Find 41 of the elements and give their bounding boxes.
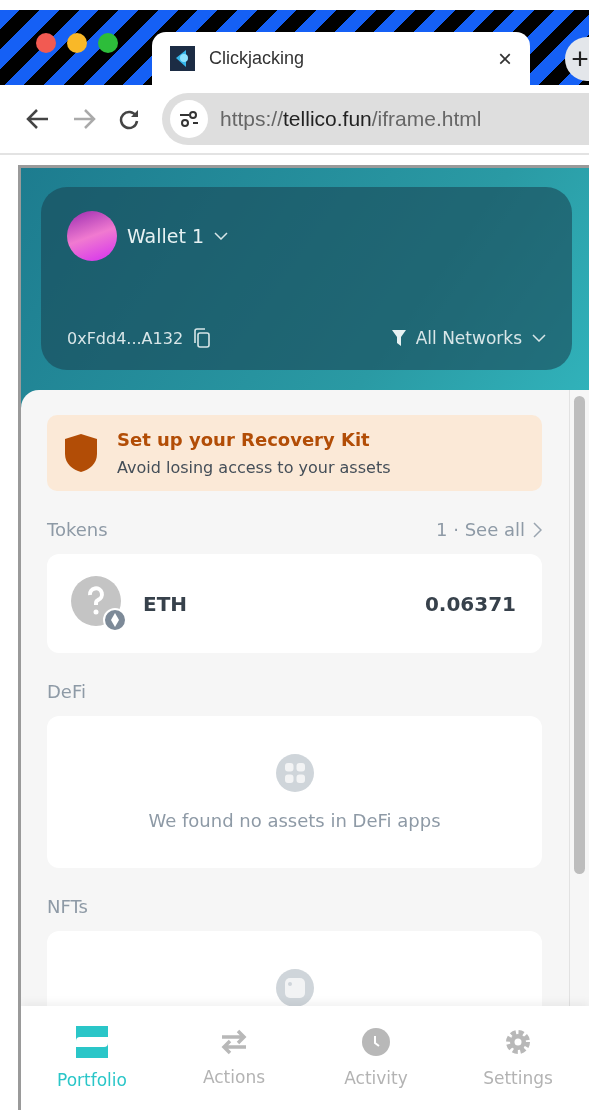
shield-icon	[65, 434, 97, 472]
token-row[interactable]: ETH 0.06371	[47, 554, 542, 653]
section-title: Tokens	[47, 519, 108, 540]
wallet-avatar	[67, 211, 117, 261]
image-icon	[275, 969, 314, 1007]
apps-grid-icon	[275, 754, 314, 792]
reload-icon[interactable]	[118, 108, 140, 130]
banner-title: Set up your Recovery Kit	[117, 429, 371, 450]
section-title: DeFi	[47, 681, 86, 702]
close-window-button[interactable]	[36, 33, 56, 53]
token-symbol: ETH	[143, 591, 189, 616]
clock-icon	[362, 1028, 390, 1056]
copy-icon[interactable]	[193, 328, 212, 348]
new-tab-button[interactable]: +	[565, 37, 589, 81]
wallet-address: 0xFdd4...A132	[67, 328, 184, 348]
chevron-down-icon	[214, 232, 229, 240]
site-info-button[interactable]	[170, 100, 208, 138]
minimize-window-button[interactable]	[67, 33, 87, 53]
back-icon[interactable]	[26, 108, 50, 130]
banner-subtitle: Avoid losing access to your assets	[117, 458, 391, 477]
sliders-icon	[179, 111, 199, 127]
scrollbar-thumb[interactable]	[574, 396, 585, 874]
token-amount: 0.06371	[424, 591, 516, 616]
settings-icon	[504, 1028, 532, 1056]
chevron-right-icon	[533, 521, 542, 538]
stacked-bars-icon	[76, 1026, 108, 1058]
close-tab-button[interactable]: ×	[498, 44, 512, 73]
url-text: https://tellico.fun/iframe.html	[220, 107, 482, 131]
maximize-window-button[interactable]	[98, 33, 118, 53]
wallet-selector[interactable]: Wallet 1	[127, 225, 229, 247]
address-bar[interactable]: https://tellico.fun/iframe.html	[162, 93, 589, 145]
unknown-token-icon	[71, 575, 127, 632]
empty-message: We found no assets in DeFi apps	[148, 810, 441, 831]
site-favicon-icon	[170, 46, 195, 71]
filter-icon	[391, 330, 406, 346]
chevron-down-icon	[532, 334, 546, 342]
network-filter[interactable]: All Networks	[391, 328, 546, 348]
section-title: NFTs	[47, 896, 88, 917]
browser-tab[interactable]: Clickjacking ×	[152, 32, 530, 85]
recovery-banner[interactable]: Set up your Recovery Kit Avoid losing access to your assets	[47, 415, 542, 491]
tab-title: Clickjacking	[209, 48, 306, 69]
